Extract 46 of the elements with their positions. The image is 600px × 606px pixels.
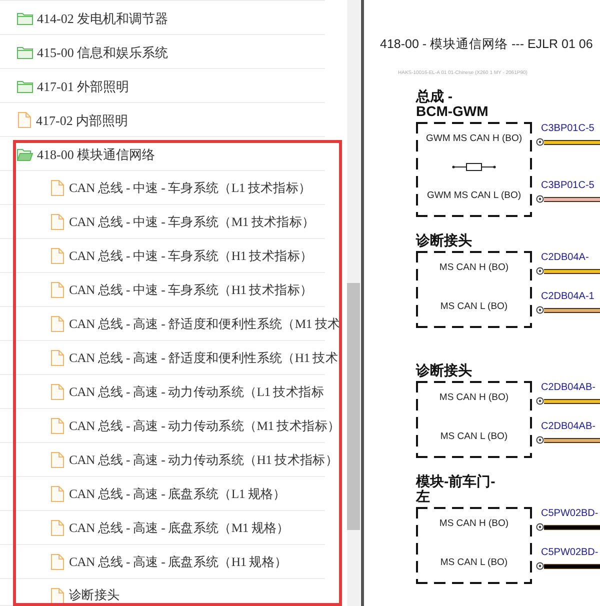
connector-ring-icon [536, 436, 544, 444]
file-icon [51, 384, 64, 400]
connector-ring-icon [536, 195, 544, 203]
connector-label: C3BP01C-5 [541, 123, 594, 135]
pin-label: MS CAN L (BO) [440, 556, 508, 568]
file-icon [51, 418, 64, 434]
module-heading: 诊断接头 [416, 363, 472, 378]
connector-label: C5PW02BD- [541, 547, 598, 559]
file-icon [51, 452, 64, 468]
connector-ring-icon [536, 397, 544, 405]
connector-label: C2DB04A-1 [541, 291, 594, 303]
connector-label: C5PW02BD- [541, 508, 598, 520]
file-icon [18, 112, 31, 128]
connector-label: C3BP01C-5 [541, 180, 594, 192]
pin-label: GWM MS CAN H (BO) [426, 132, 522, 144]
document-title: 418-00 - 模块通信网络 --- EJLR 01 06 [380, 36, 593, 52]
connector-ring-icon [536, 267, 544, 275]
connector-ring-icon [536, 138, 544, 146]
module-heading: 诊断接头 [416, 233, 472, 248]
file-icon [51, 554, 64, 570]
scrollbar-thumb[interactable] [347, 283, 360, 530]
pin-label: MS CAN H (BO) [439, 392, 509, 402]
pin-label: MS CAN L (BO) [440, 300, 508, 312]
file-icon [51, 588, 64, 604]
file-icon [51, 316, 64, 332]
file-icon [51, 520, 64, 536]
file-icon [51, 214, 64, 230]
connector-ring-icon [536, 306, 544, 314]
file-icon [51, 180, 64, 196]
connector-ring-icon [536, 562, 544, 570]
pin-label: MS CAN H (BO) [439, 262, 509, 272]
module-heading: 模块-前车门- 左 [416, 474, 496, 504]
connector-label: C2DB04A- [541, 252, 589, 264]
connector-label: C2DB04AB- [541, 382, 596, 394]
pin-label: GWM MS CAN L (BO) [426, 190, 522, 200]
scrollbar-track[interactable] [347, 0, 360, 606]
file-icon [51, 486, 64, 502]
file-icon [51, 350, 64, 366]
connector-label: C2DB04AB- [541, 421, 596, 433]
resistor-icon [452, 162, 496, 172]
connector-ring-icon [536, 523, 544, 531]
file-icon [51, 248, 64, 264]
module-heading: 总成 - BCM-GWM [416, 89, 488, 119]
pin-label: MS CAN H (BO) [439, 518, 509, 528]
file-icon [51, 282, 64, 298]
pin-label: MS CAN L (BO) [440, 430, 508, 442]
